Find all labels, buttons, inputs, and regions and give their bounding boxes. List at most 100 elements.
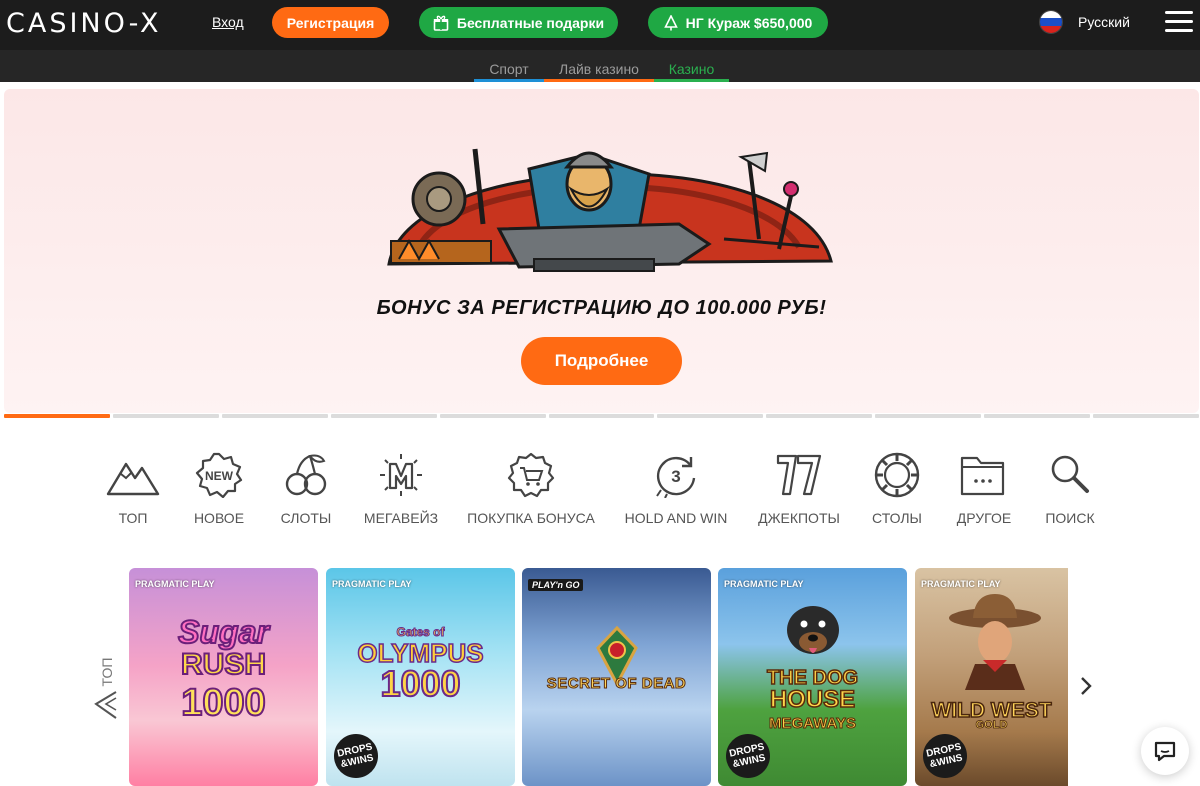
new-badge-icon: NEW xyxy=(195,452,243,498)
category-hold-and-win[interactable]: 3 HOLD AND WIN xyxy=(622,452,730,534)
game-title-line-3: 1000 xyxy=(379,663,461,704)
tab-live-casino[interactable]: Лайв казино xyxy=(544,61,654,82)
game-title: WILD WEST xyxy=(931,699,1053,722)
slide-indicator[interactable] xyxy=(221,414,328,418)
poker-chip-icon xyxy=(874,452,920,498)
tab-sport-label: Спорт xyxy=(489,61,529,77)
slide-indicator[interactable] xyxy=(657,414,764,418)
register-button[interactable]: Регистрация xyxy=(272,7,389,38)
cherries-icon xyxy=(285,454,327,496)
game-title: THE DOG xyxy=(766,667,859,689)
game-card[interactable]: PRAGMATIC PLAY THE DOG HOUSE MEGAWAYS DR… xyxy=(718,568,907,786)
game-title-line-2: RUSH xyxy=(180,648,267,681)
cowboy-image xyxy=(949,594,1041,690)
game-card[interactable]: PRAGMATIC PLAY Gates of OLYMPUS 1000 DRO… xyxy=(326,568,515,786)
banner-slider-indicators xyxy=(4,414,1199,418)
game-provider: PRAGMATIC PLAY xyxy=(921,579,1001,589)
banner-title: БОНУС ЗА РЕГИСТРАЦИЮ ДО 100.000 РУБ! xyxy=(376,297,827,319)
slide-indicator[interactable] xyxy=(548,414,655,418)
game-provider: PRAGMATIC PLAY xyxy=(332,579,412,589)
tab-casino-label: Казино xyxy=(668,61,715,77)
lucky-seven-icon xyxy=(776,454,822,496)
free-gifts-button[interactable]: Бесплатные подарки xyxy=(419,7,618,38)
login-link[interactable]: Вход xyxy=(212,14,244,30)
tree-icon xyxy=(663,14,678,31)
game-provider: PLAY'n GO xyxy=(528,579,584,591)
category-search-label: ПОИСК xyxy=(1045,510,1095,526)
viking-blacksmith-illustration xyxy=(387,148,833,272)
chat-icon-glyph xyxy=(1154,741,1176,762)
chevron-right-icon[interactable] xyxy=(1075,672,1097,700)
casino-x-logo[interactable]: CASINO-X xyxy=(6,8,162,39)
svg-text:NEW: NEW xyxy=(205,469,234,483)
category-new[interactable]: NEW НОВОЕ xyxy=(189,452,249,534)
game-card[interactable]: PRAGMATIC PLAY WILD WEST GOLD DROPS &WINS xyxy=(915,568,1068,786)
tab-sport-underline xyxy=(474,79,544,82)
games-row-label: ТОП xyxy=(94,650,120,722)
shopping-cart-icon xyxy=(507,452,555,498)
section-tabs-bar: Спорт Лайв казино Казино xyxy=(0,50,1200,82)
game-card[interactable]: PLAY'n GO SECRET OF DEAD xyxy=(522,568,711,786)
gift-icon xyxy=(433,15,449,31)
game-title-line-3: MEGAWAYS xyxy=(769,715,857,732)
ng-kurazh-label: НГ Кураж $650,000 xyxy=(685,14,813,31)
game-provider: PRAGMATIC PLAY xyxy=(135,579,215,589)
game-title: SECRET OF DEAD xyxy=(546,675,687,692)
category-other[interactable]: ДРУГОЕ xyxy=(951,452,1017,534)
games-row-label-text: ТОП xyxy=(99,657,115,687)
game-title: Gates of xyxy=(396,625,445,639)
category-slots[interactable]: СЛОТЫ xyxy=(276,452,336,534)
game-title: Sugar xyxy=(177,614,270,650)
tab-sport[interactable]: Спорт xyxy=(474,61,544,82)
mountain-icon xyxy=(94,691,117,719)
drops-wins-badge: DROPS &WINS xyxy=(918,729,972,783)
banner-more-button[interactable]: Подробнее xyxy=(521,337,682,385)
drops-wins-badge: DROPS &WINS xyxy=(329,729,383,783)
slide-indicator[interactable] xyxy=(1093,414,1199,418)
category-jackpots-label: ДЖЕКПОТЫ xyxy=(758,510,840,526)
category-other-label: ДРУГОЕ xyxy=(956,510,1012,526)
game-title-line-3: 1000 xyxy=(180,682,267,724)
tab-live-casino-underline xyxy=(544,79,654,82)
top-navigation-bar: CASINO-X Вход Регистрация Бесплатные под… xyxy=(0,0,1200,50)
category-jackpots[interactable]: ДЖЕКПОТЫ xyxy=(755,452,843,534)
search-icon xyxy=(1051,455,1089,493)
mountain-icon xyxy=(106,462,160,496)
free-gifts-label: Бесплатные подарки xyxy=(456,14,605,31)
category-megaways-label: МЕГАВЕЙЗ xyxy=(363,510,439,526)
respin-3-icon: 3 xyxy=(656,456,696,498)
chat-bubble-icon[interactable] xyxy=(1141,727,1189,775)
category-slots-label: СЛОТЫ xyxy=(280,510,332,526)
slide-indicator[interactable] xyxy=(439,414,546,418)
slide-indicator[interactable] xyxy=(112,414,219,418)
slide-indicator[interactable] xyxy=(766,414,873,418)
folder-icon xyxy=(960,456,1005,496)
tab-live-casino-label: Лайв казино xyxy=(559,61,639,77)
tab-casino[interactable]: Казино xyxy=(654,61,729,82)
category-hold-and-win-label: HOLD AND WIN xyxy=(624,510,728,526)
rottweiler-dog-image xyxy=(787,606,839,654)
language-selector[interactable]: Русский xyxy=(1078,14,1130,30)
game-card[interactable]: PRAGMATIC PLAY Sugar RUSH 1000 xyxy=(129,568,318,786)
megaways-icon xyxy=(380,454,422,496)
slide-indicator[interactable] xyxy=(4,414,110,418)
tab-casino-underline xyxy=(654,79,729,82)
category-megaways[interactable]: МЕГАВЕЙЗ xyxy=(362,452,440,534)
category-top[interactable]: ТОП xyxy=(102,452,164,534)
category-top-label: ТОП xyxy=(118,510,148,526)
slide-indicator[interactable] xyxy=(875,414,982,418)
category-tables[interactable]: СТОЛЫ xyxy=(866,452,928,534)
game-title-line-2: GOLD xyxy=(975,719,1008,731)
russia-flag-icon[interactable] xyxy=(1039,10,1063,34)
svg-text:3: 3 xyxy=(671,467,680,486)
category-bonus-buy-label: ПОКУПКА БОНУСА xyxy=(467,510,595,526)
ng-kurazh-button[interactable]: НГ Кураж $650,000 xyxy=(648,7,828,38)
promo-banner[interactable]: БОНУС ЗА РЕГИСТРАЦИЮ ДО 100.000 РУБ! Под… xyxy=(4,89,1199,413)
drops-wins-badge: DROPS &WINS xyxy=(721,729,775,783)
slide-indicator[interactable] xyxy=(330,414,437,418)
slide-indicator[interactable] xyxy=(984,414,1091,418)
category-bonus-buy[interactable]: ПОКУПКА БОНУСА xyxy=(466,452,596,534)
category-search[interactable]: ПОИСК xyxy=(1042,452,1098,534)
hamburger-menu-icon[interactable] xyxy=(1165,11,1193,33)
game-provider: PRAGMATIC PLAY xyxy=(724,579,804,589)
